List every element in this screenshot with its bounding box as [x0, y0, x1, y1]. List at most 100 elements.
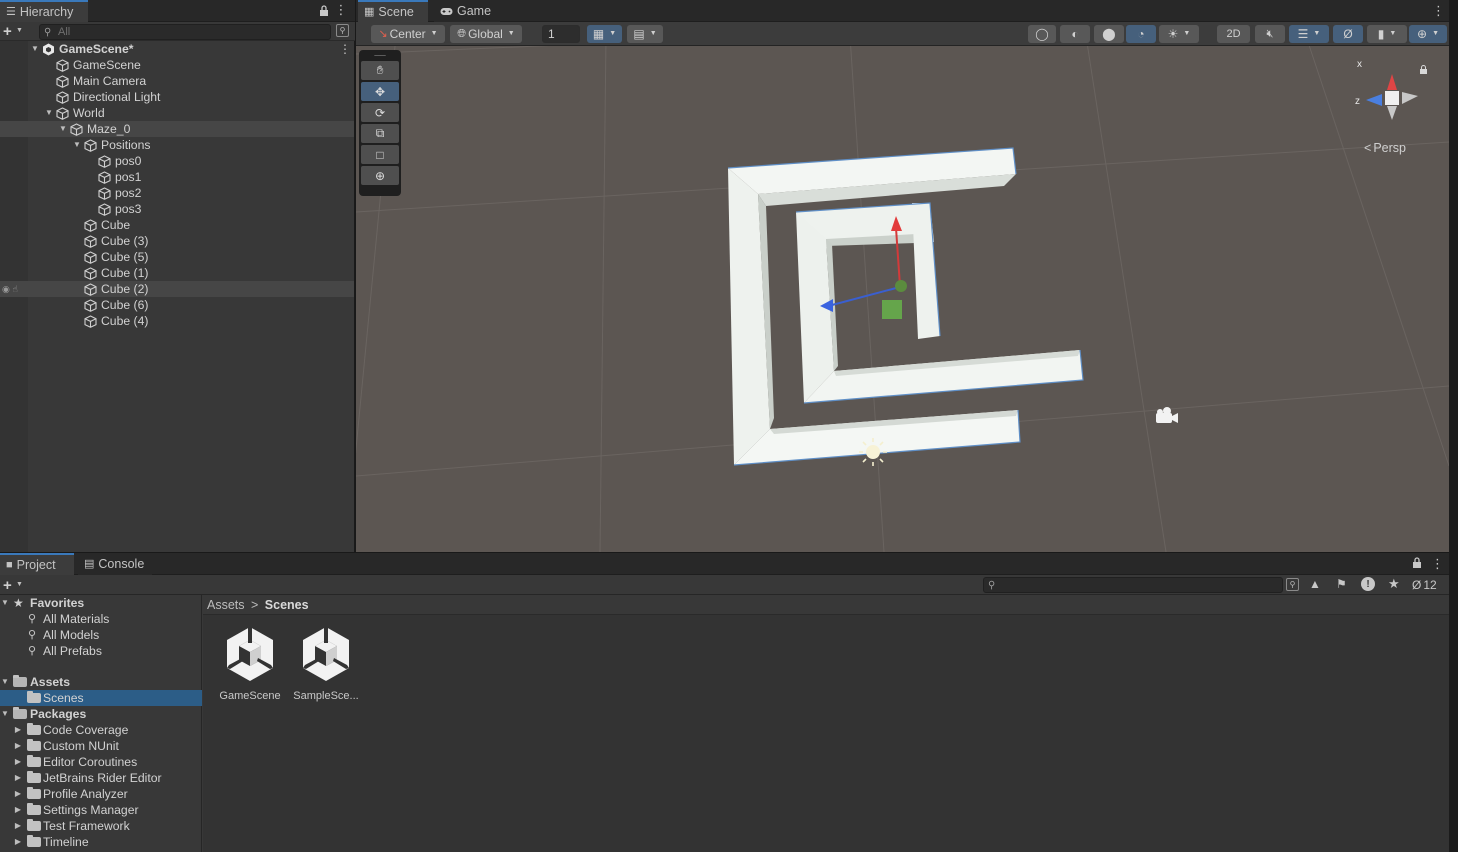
expand-arrow-icon[interactable]: ▶ — [13, 738, 23, 754]
hierarchy-row[interactable]: pos2 — [0, 185, 354, 201]
filter-by-label-icon[interactable]: ⚑ — [1336, 577, 1347, 591]
project-search-input[interactable]: ⚲ — [983, 577, 1283, 593]
folder-item-scenes[interactable]: Scenes — [0, 690, 202, 706]
expand-arrow-icon[interactable]: ▼ — [0, 706, 10, 722]
expand-arrow-icon[interactable]: ▶ — [13, 722, 23, 738]
hierarchy-row[interactable]: Cube (4) — [0, 313, 354, 329]
shaded-mode-button[interactable]: ◔ — [1126, 25, 1156, 43]
package-folder-item[interactable]: ▶ Profile Analyzer — [0, 786, 202, 802]
expand-arrow-icon[interactable]: ▼ — [0, 595, 10, 611]
hierarchy-row[interactable]: Cube (2) ◉ ☝ — [0, 281, 354, 297]
expand-arrow-icon[interactable]: ▶ — [13, 754, 23, 770]
hand-tool-button[interactable]: ✋︎ — [361, 61, 399, 80]
hierarchy-row[interactable]: ▼ Positions — [0, 137, 354, 153]
favorite-item[interactable]: ⚲ All Prefabs — [0, 643, 202, 659]
grid-snap-value-input[interactable]: 1 — [542, 25, 580, 43]
lock-icon[interactable] — [318, 4, 330, 16]
package-folder-item[interactable]: ▶ Custom NUnit — [0, 738, 202, 754]
more-options-icon[interactable]: ⋮ — [335, 2, 348, 17]
gizmos-dropdown[interactable]: ⊕ ▼ — [1409, 25, 1447, 43]
log-types-icon[interactable]: ! — [1361, 577, 1375, 591]
tab-hierarchy[interactable]: ☰ Hierarchy — [0, 0, 88, 22]
projection-toggle[interactable]: < Persp — [1364, 141, 1406, 155]
hierarchy-row[interactable]: Cube (1) — [0, 265, 354, 281]
audio-toggle-button[interactable]: 🔇︎ — [1255, 25, 1285, 43]
search-filter-icon[interactable]: ⚲ — [336, 24, 349, 37]
pivot-mode-dropdown[interactable]: ↘ Center ▼ — [371, 25, 445, 43]
expand-arrow-icon[interactable]: ▶ — [13, 834, 23, 850]
asset-tile-gamescene[interactable]: GameScene — [210, 625, 290, 702]
expand-arrow-icon[interactable]: ▼ — [30, 41, 40, 57]
pivot-rotation-dropdown[interactable]: 🌐︎ Global ▼ — [450, 25, 522, 43]
grid-snapping-toggle[interactable]: ▦ ▼ — [587, 25, 622, 43]
create-plus-icon[interactable]: + — [3, 23, 12, 40]
chevron-down-icon[interactable]: ▼ — [16, 27, 23, 34]
expand-arrow-icon[interactable]: ▶ — [13, 802, 23, 818]
more-options-icon[interactable]: ⋮ — [1432, 3, 1445, 19]
unlit-shading-button[interactable]: ⬤ — [1094, 25, 1124, 43]
filter-by-type-icon[interactable]: ▲ — [1309, 577, 1321, 591]
effects-dropdown[interactable]: ☰ ▼ — [1289, 25, 1329, 43]
breadcrumb-current[interactable]: Scenes — [265, 598, 309, 612]
package-folder-item[interactable]: ▶ Editor Coroutines — [0, 754, 202, 770]
hierarchy-row[interactable]: Cube (3) — [0, 233, 354, 249]
rotate-tool-button[interactable]: ⟳ — [361, 103, 399, 122]
hierarchy-row[interactable]: ▼ GameScene* ⋮ — [0, 41, 354, 57]
packages-header[interactable]: ▼ Packages — [0, 706, 202, 722]
lock-icon[interactable] — [1412, 557, 1422, 568]
hierarchy-search-input[interactable]: ⚲ All — [39, 24, 331, 40]
tab-console[interactable]: ▤ Console — [78, 553, 152, 575]
package-folder-item[interactable]: ▶ Settings Manager — [0, 802, 202, 818]
breadcrumb-root[interactable]: Assets — [207, 598, 245, 612]
scene-camera-dropdown[interactable]: ▮ ▼ — [1367, 25, 1407, 43]
search-filter-icon[interactable]: ⚲ — [1286, 578, 1299, 591]
move-tool-button[interactable]: ✥ — [361, 82, 399, 101]
visibility-pick-icon[interactable]: ◉ ☝ — [2, 281, 18, 297]
chevron-down-icon[interactable]: ▼ — [16, 581, 23, 588]
favorite-item[interactable]: ⚲ All Materials — [0, 611, 202, 627]
package-folder-item[interactable]: ▶ JetBrains Rider Editor — [0, 770, 202, 786]
hierarchy-row[interactable]: pos0 — [0, 153, 354, 169]
expand-arrow-icon[interactable]: ▶ — [13, 770, 23, 786]
tab-game[interactable]: Game — [434, 0, 500, 22]
hierarchy-row[interactable]: Directional Light — [0, 89, 354, 105]
debug-draw-mode-dropdown[interactable]: ☀ ▼ — [1159, 25, 1199, 43]
increment-snap-toggle[interactable]: ▤ ▼ — [627, 25, 663, 43]
scale-tool-button[interactable]: ⧉ — [361, 124, 399, 143]
tab-scene[interactable]: ▦ Scene — [358, 0, 428, 22]
expand-arrow-icon[interactable]: ▼ — [58, 121, 68, 137]
transform-tool-button[interactable]: ⊕ — [361, 166, 399, 185]
hierarchy-row[interactable]: Cube — [0, 217, 354, 233]
scene-viewport[interactable]: x z < Persp ── ✋︎ ✥ ⟳ ⧉ □ ⊕ — [356, 46, 1449, 552]
hierarchy-row[interactable]: ▼ World — [0, 105, 354, 121]
hierarchy-row[interactable]: pos1 — [0, 169, 354, 185]
package-folder-item[interactable]: ▶ Code Coverage — [0, 722, 202, 738]
expand-arrow-icon[interactable]: ▼ — [72, 137, 82, 153]
camera-gizmo[interactable] — [1156, 407, 1178, 423]
hierarchy-row[interactable]: Cube (5) — [0, 249, 354, 265]
orientation-gizmo[interactable] — [1366, 65, 1427, 121]
expand-arrow-icon[interactable]: ▶ — [13, 786, 23, 802]
shaded-wireframe-button[interactable]: ◐ — [1060, 25, 1090, 43]
expand-arrow-icon[interactable]: ▼ — [44, 105, 54, 121]
expand-arrow-icon[interactable]: ▼ — [0, 674, 10, 690]
more-options-icon[interactable]: ⋮ — [1431, 556, 1444, 572]
toggle-2d-button[interactable]: 2D — [1217, 25, 1250, 43]
scene-visibility-toggle[interactable]: Ø — [1333, 25, 1363, 43]
wireframe-shading-button[interactable]: ◯ — [1028, 25, 1056, 43]
asset-tile-samplescene[interactable]: SampleSce... — [286, 625, 366, 702]
rect-tool-button[interactable]: □ — [361, 145, 399, 164]
expand-arrow-icon[interactable]: ▶ — [13, 818, 23, 834]
assets-header[interactable]: ▼ Assets — [0, 674, 202, 690]
hierarchy-row[interactable]: pos3 — [0, 201, 354, 217]
favorite-item[interactable]: ⚲ All Models — [0, 627, 202, 643]
package-folder-item[interactable]: ▶ Test Framework — [0, 818, 202, 834]
package-folder-item[interactable]: ▶ Timeline — [0, 834, 202, 850]
create-plus-icon[interactable]: + — [3, 577, 12, 594]
drag-handle-icon[interactable]: ── — [361, 52, 399, 60]
hierarchy-row[interactable]: Main Camera — [0, 73, 354, 89]
more-options-icon[interactable]: ⋮ — [339, 41, 351, 57]
hierarchy-row[interactable]: Cube (6) — [0, 297, 354, 313]
hierarchy-row[interactable]: ▼ Maze_0 — [0, 121, 354, 137]
hidden-packages-toggle[interactable]: Ø 12 — [1412, 578, 1437, 592]
